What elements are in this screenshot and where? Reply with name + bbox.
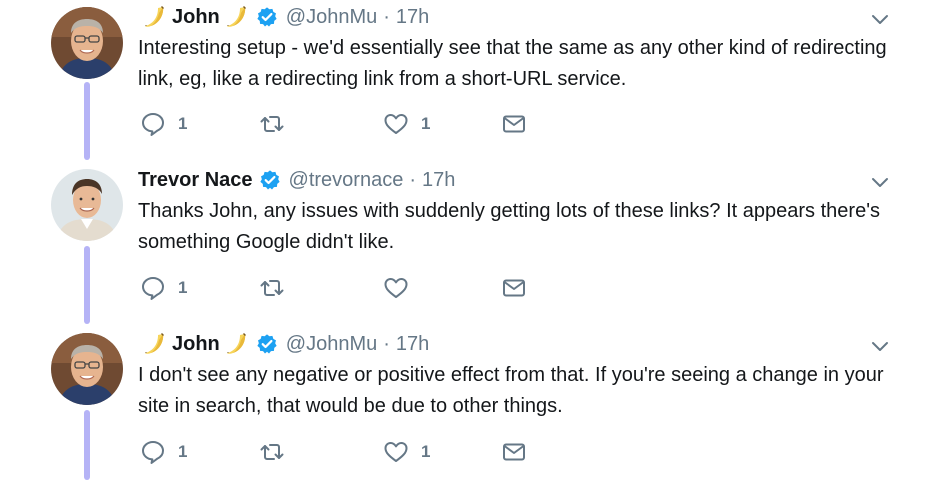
direct-message-button[interactable] — [501, 272, 527, 304]
author-name[interactable]: John — [172, 333, 220, 356]
banana-emoji-icon — [224, 331, 250, 357]
verified-badge-icon — [256, 6, 278, 28]
tweet-header: John @JohnMu · 17h — [138, 2, 429, 32]
retweet-icon — [259, 439, 285, 465]
tweet-text: Interesting setup - we'd essentially see… — [138, 37, 887, 90]
author-handle[interactable]: @trevornace — [289, 169, 404, 192]
retweet-button[interactable] — [259, 436, 297, 468]
banana-emoji-icon — [224, 4, 250, 30]
author-handle[interactable]: @JohnMu — [286, 6, 377, 29]
like-button[interactable]: 1 — [383, 108, 430, 140]
tweet-actions: 1 1 — [140, 108, 560, 140]
avatar[interactable] — [51, 7, 123, 79]
retweet-icon — [259, 111, 285, 137]
chevron-down-icon[interactable] — [869, 171, 891, 193]
like-button[interactable]: 1 — [383, 436, 430, 468]
author-name[interactable]: John — [172, 6, 220, 29]
tweet-actions: 1 — [140, 272, 560, 304]
envelope-icon — [501, 111, 527, 137]
direct-message-button[interactable] — [501, 108, 527, 140]
chevron-down-icon[interactable] — [869, 8, 891, 30]
retweet-button[interactable] — [259, 108, 297, 140]
author-name[interactable]: Trevor Nace — [138, 169, 253, 192]
like-count: 1 — [421, 442, 431, 461]
timestamp[interactable]: 17h — [396, 333, 429, 356]
banana-emoji-icon — [142, 4, 168, 30]
tweet[interactable]: Trevor Nace @trevornace · 17h Thanks Joh… — [0, 165, 937, 329]
reply-button[interactable]: 1 — [140, 108, 187, 140]
timestamp[interactable]: 17h — [422, 169, 455, 192]
tweet[interactable]: John @JohnMu · 17h Interesting setup - w… — [0, 2, 937, 166]
chevron-down-icon[interactable] — [869, 335, 891, 357]
reply-count: 1 — [178, 442, 188, 461]
envelope-icon — [501, 275, 527, 301]
retweet-button[interactable] — [259, 272, 297, 304]
separator: · — [383, 332, 390, 355]
timestamp[interactable]: 17h — [396, 6, 429, 29]
reply-count: 1 — [178, 114, 188, 133]
direct-message-button[interactable] — [501, 436, 527, 468]
avatar[interactable] — [51, 169, 123, 241]
heart-icon — [383, 111, 409, 137]
reply-icon — [140, 111, 166, 137]
envelope-icon — [501, 439, 527, 465]
tweet-text: I don't see any negative or positive eff… — [138, 364, 884, 417]
tweet-text: Thanks John, any issues with suddenly ge… — [138, 200, 881, 253]
verified-badge-icon — [256, 333, 278, 355]
tweet-header: Trevor Nace @trevornace · 17h — [138, 165, 455, 195]
verified-badge-icon — [259, 169, 281, 191]
avatar[interactable] — [51, 333, 123, 405]
like-button[interactable] — [383, 272, 421, 304]
tweet[interactable]: John @JohnMu · 17h I don't see any negat… — [0, 329, 937, 480]
retweet-icon — [259, 275, 285, 301]
like-count: 1 — [421, 114, 431, 133]
reply-button[interactable]: 1 — [140, 272, 187, 304]
reply-icon — [140, 275, 166, 301]
reply-button[interactable]: 1 — [140, 436, 187, 468]
tweet-header: John @JohnMu · 17h — [138, 329, 429, 359]
separator: · — [409, 168, 416, 191]
separator: · — [383, 5, 390, 28]
tweet-actions: 1 1 — [140, 436, 560, 468]
reply-count: 1 — [178, 278, 188, 297]
author-handle[interactable]: @JohnMu — [286, 333, 377, 356]
heart-icon — [383, 439, 409, 465]
banana-emoji-icon — [142, 331, 168, 357]
heart-icon — [383, 275, 409, 301]
reply-icon — [140, 439, 166, 465]
